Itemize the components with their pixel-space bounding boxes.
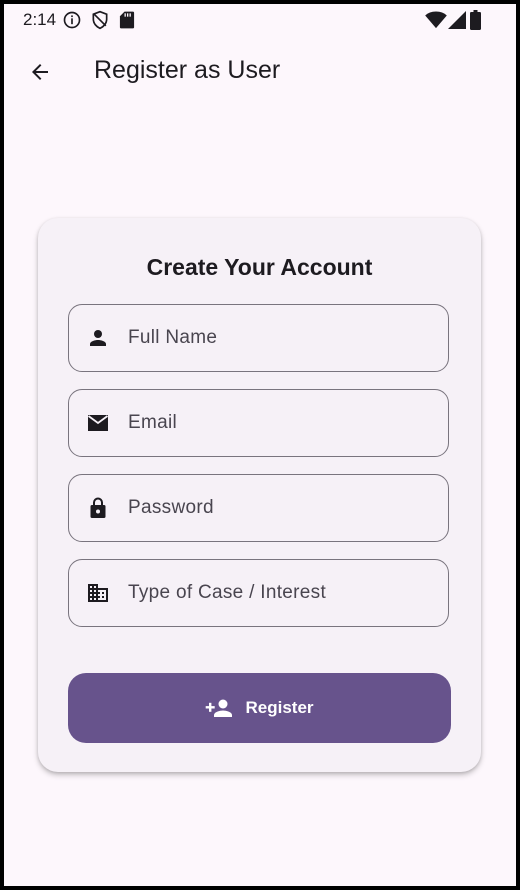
case-type-field[interactable]: Type of Case / Interest [68, 559, 449, 627]
status-time: 2:14 [23, 10, 57, 29]
status-bar: 2:14 [4, 4, 516, 36]
arrow-back-icon [32, 64, 48, 80]
battery-icon [470, 10, 481, 30]
back-button[interactable] [22, 54, 58, 90]
register-button[interactable]: Register [68, 673, 451, 743]
case-type-placeholder: Type of Case / Interest [128, 582, 327, 603]
shield-icon [92, 10, 108, 30]
form-heading: Create Your Account [146, 254, 373, 280]
signal-icon [448, 11, 466, 29]
email-placeholder: Email [128, 412, 178, 433]
sd-card-icon [119, 11, 135, 29]
register-label: Register [245, 698, 314, 717]
page-title: Register as User [94, 56, 281, 84]
lock-icon [90, 497, 106, 518]
business-icon [88, 584, 108, 602]
email-icon [87, 415, 109, 431]
password-field[interactable]: Password [68, 474, 449, 542]
full-name-field[interactable]: Full Name [68, 304, 449, 372]
password-placeholder: Password [128, 497, 214, 518]
wifi-icon [425, 11, 447, 29]
register-screen: 2:14 Register as User Create Your Accoun… [4, 4, 516, 886]
person-icon [90, 330, 106, 346]
info-icon [63, 11, 81, 29]
email-field[interactable]: Email [68, 389, 449, 457]
person-add-icon [206, 699, 233, 717]
full-name-placeholder: Full Name [128, 327, 218, 348]
register-card: Create Your Account Full Name Email Pass… [38, 218, 481, 772]
